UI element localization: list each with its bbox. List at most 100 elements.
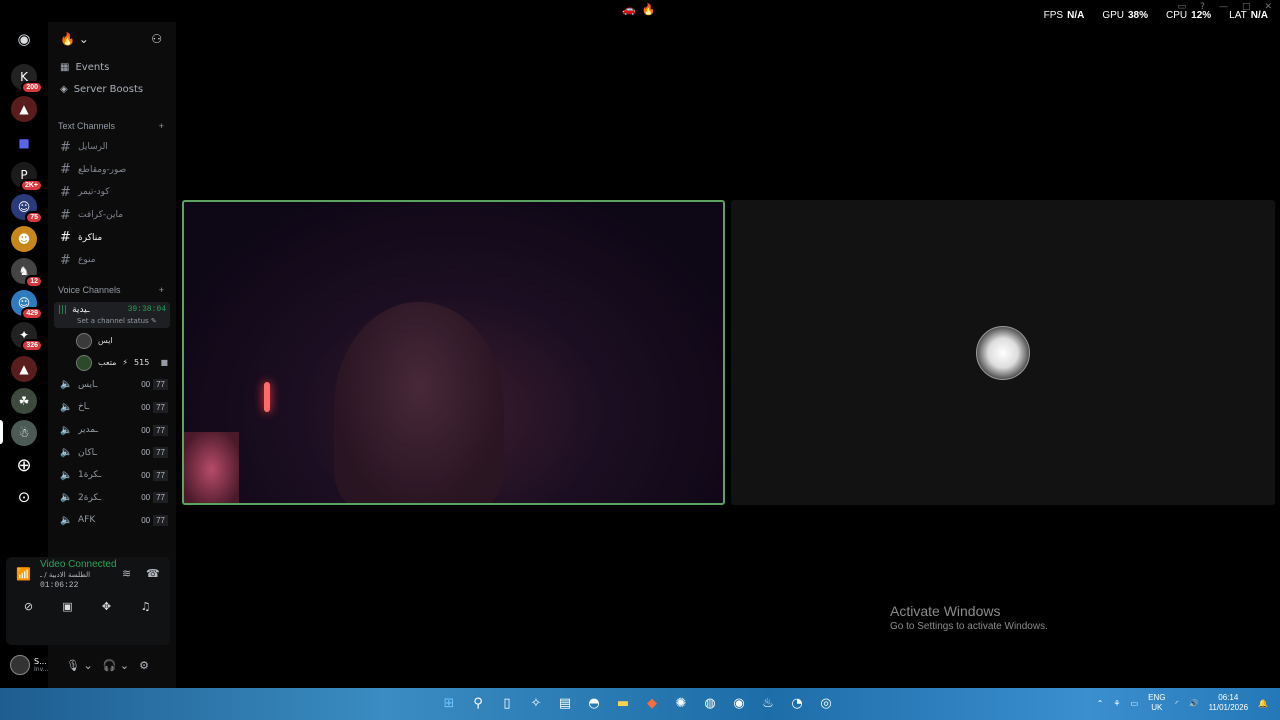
volume-icon[interactable]: 🔊 <box>1189 699 1199 708</box>
avatar <box>76 332 92 349</box>
taskbar: ⊞ ⚲ ▯ ✧ ▤ ◓ ▬ ◆ ✺ ◍ ◉ ♨ ◔ ◎ ⌃ ⚘ ▭ ENG UK … <box>0 688 1280 720</box>
avatar <box>76 354 92 371</box>
settings-gear-icon[interactable]: ⚙ <box>139 659 149 672</box>
text-channel[interactable]: # الرسايل <box>48 136 176 159</box>
hash-icon: # <box>60 162 71 178</box>
voice-member[interactable]: متعب ⚡ 515 ■ <box>48 352 176 374</box>
voice-channel[interactable]: 🔈 AFK 00 77 <box>48 509 176 532</box>
search-icon[interactable]: ⚲ <box>467 692 489 714</box>
add-channel-icon[interactable]: + <box>159 285 164 295</box>
screen-share-button[interactable]: ▣ <box>51 595 84 617</box>
voice-channel[interactable]: 🔈 ـايس 00 77 <box>48 374 176 397</box>
user-limit: 00 77 <box>138 401 168 413</box>
steelseries-icon[interactable]: ✺ <box>670 692 692 714</box>
voice-channel[interactable]: 🔈 ـاخ 00 77 <box>48 396 176 419</box>
server-icon[interactable]: ☻ <box>11 226 37 252</box>
chevron-up-icon[interactable]: ⌃ <box>1097 699 1104 708</box>
voice-channel[interactable]: 🔈 1ـكرة 00 77 <box>48 464 176 487</box>
server-icon[interactable]: ♞ 12 <box>11 258 43 288</box>
events-item[interactable]: ▦ Events <box>48 56 176 78</box>
voice-member[interactable]: ايس <box>48 330 176 352</box>
server-boosts-item[interactable]: ◈ Server Boosts <box>48 78 176 100</box>
microphone-icon[interactable]: 🎙 ⌄ <box>66 659 93 672</box>
server-icon[interactable]: ▲ <box>11 96 37 122</box>
unread-badge: 2K+ <box>19 179 43 192</box>
edge-icon[interactable]: ◓ <box>583 692 605 714</box>
server-icon[interactable]: ▲ <box>11 356 37 382</box>
server-header[interactable]: 🔥 ⌄ ⚇ <box>48 22 176 56</box>
channel-status[interactable]: Set a channel status ✎ <box>58 317 166 325</box>
title-center: 🚗 🔥 <box>622 3 655 16</box>
server-icon[interactable]: ☘ <box>11 388 37 414</box>
text-channel[interactable]: # منوع <box>48 249 176 272</box>
server-icon[interactable]: ☺ 429 <box>11 290 43 320</box>
signal-icon[interactable]: 📶 <box>16 567 31 581</box>
bolt-icon: ⚡ <box>122 358 129 368</box>
add-server-icon[interactable]: ⊕ <box>11 452 37 478</box>
network-icon[interactable]: ⚘ <box>1113 699 1120 708</box>
voice-channels-category[interactable]: Voice Channels + <box>48 280 176 300</box>
app-icon[interactable]: ◎ <box>815 692 837 714</box>
title-bar: 🚗 🔥 ▭ ? — □ ✕ FPS N/A GPU 38% CPU 12% LAT N/… <box>0 0 1280 22</box>
voice-connected-panel: 📶 Video Connected الطلسة الادبية / ـ 01:… <box>6 557 170 645</box>
activities-button[interactable]: ✥ <box>90 595 123 617</box>
voice-channel[interactable]: 🔈 ـمدير 00 77 <box>48 419 176 442</box>
title-fire-icon: 🔥 <box>641 3 656 16</box>
video-stage <box>176 22 1280 688</box>
headphones-icon[interactable]: 🎧 ⌄ <box>103 659 129 672</box>
text-channel[interactable]: # صور-ومقاطع <box>48 159 176 182</box>
display-icon[interactable]: ▭ <box>1131 699 1139 708</box>
store-icon[interactable]: ▤ <box>554 692 576 714</box>
language-indicator[interactable]: ENG UK <box>1148 693 1165 713</box>
copilot-icon[interactable]: ✧ <box>525 692 547 714</box>
wifi-icon[interactable]: ◜ <box>1176 699 1179 708</box>
hash-icon: # <box>60 230 71 246</box>
hash-icon: # <box>60 184 71 200</box>
file-explorer-icon[interactable]: ▬ <box>612 692 634 714</box>
voice-channel[interactable]: 🔈 2ـكرة 00 77 <box>48 487 176 510</box>
text-channel[interactable]: # ماين-كرافت <box>48 204 176 227</box>
text-channel[interactable]: # مناكرة <box>48 226 176 249</box>
server-icon[interactable]: ✦ 326 <box>11 322 43 352</box>
user-avatar[interactable] <box>10 655 30 675</box>
voice-channel[interactable]: 🔈 ـاكان 00 77 <box>48 441 176 464</box>
speedometer-icon[interactable]: ◔ <box>786 692 808 714</box>
server-icon[interactable]: ☺ 75 <box>11 194 43 224</box>
steam-icon[interactable]: ♨ <box>757 692 779 714</box>
hash-icon: # <box>60 252 71 268</box>
folder-icon[interactable]: ■ <box>11 130 37 156</box>
server-icon[interactable]: K 200 <box>11 64 43 94</box>
disconnect-icon[interactable]: ☎ <box>146 567 160 580</box>
speaker-icon: 🔈 <box>60 379 73 391</box>
server-icon[interactable]: ☃ <box>11 420 37 446</box>
brave-icon[interactable]: ◆ <box>641 692 663 714</box>
text-channel[interactable]: # كود-تيمر <box>48 181 176 204</box>
video-tile-camera[interactable] <box>182 200 725 505</box>
invite-icon[interactable]: ⚇ <box>151 32 162 46</box>
video-tile-avatar[interactable] <box>731 200 1275 505</box>
voice-status[interactable]: Video Connected <box>40 559 116 570</box>
add-channel-icon[interactable]: + <box>159 121 164 131</box>
text-channels-category[interactable]: Text Channels + <box>48 116 176 136</box>
obs-icon[interactable]: ◍ <box>699 692 721 714</box>
voice-channel-path[interactable]: الطلسة الادبية / ـ <box>40 571 116 579</box>
clock[interactable]: 06:14 11/01/2026 <box>1209 693 1248 713</box>
lat-stat: LAT N/A <box>1229 10 1268 21</box>
gpu-stat: GPU 38% <box>1102 10 1149 21</box>
discover-icon[interactable]: ⊙ <box>11 484 37 510</box>
voice-timer: 01:06:22 <box>40 581 79 590</box>
selected-server-pill <box>0 420 3 444</box>
current-voice-channel[interactable]: ||| ـيدية 39:38:04 Set a channel status … <box>54 301 170 328</box>
server-icon[interactable]: P 2K+ <box>11 162 43 192</box>
start-icon[interactable]: ⊞ <box>438 692 460 714</box>
file-icon[interactable]: ▯ <box>496 692 518 714</box>
discord-home-icon[interactable]: ◉ <box>11 26 37 52</box>
soundboard-button[interactable]: ♫ <box>129 595 162 617</box>
camera-off-button[interactable]: ⊘ <box>12 595 45 617</box>
server-name-icon: 🔥 ⌄ <box>60 32 89 46</box>
discord-icon[interactable]: ◉ <box>728 692 750 714</box>
notification-bell-icon[interactable]: 🔔 <box>1258 699 1268 708</box>
speaker-icon: 🔈 <box>60 492 73 504</box>
noise-suppression-icon[interactable]: ≋ <box>122 567 131 580</box>
user-limit: 00 77 <box>138 379 168 391</box>
